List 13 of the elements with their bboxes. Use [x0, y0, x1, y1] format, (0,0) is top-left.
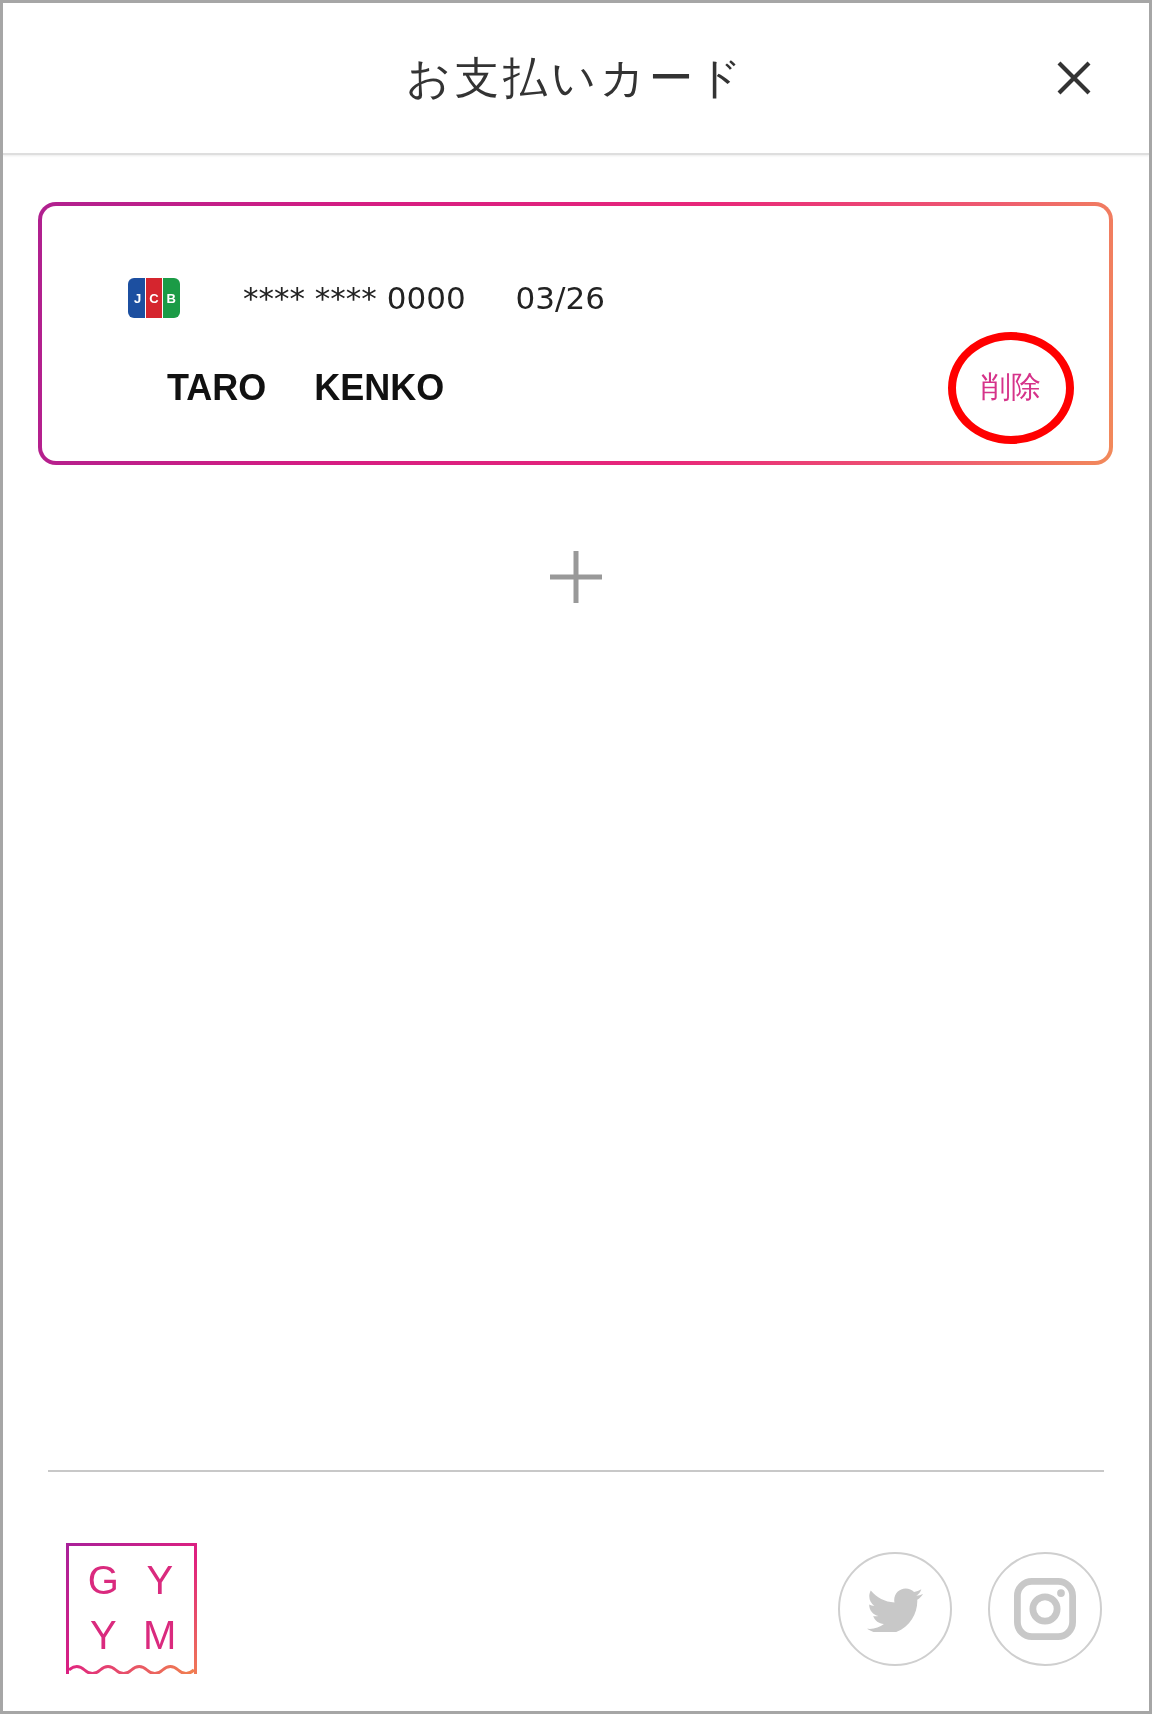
cardholder-name: KENKO: [314, 366, 445, 409]
page-title: お支払いカード: [406, 51, 746, 105]
cardholder-name: TARO: [167, 366, 267, 409]
delete-link[interactable]: 削除: [981, 365, 1041, 410]
camera-icon: [1014, 1577, 1076, 1640]
close-icon: [1056, 60, 1092, 96]
bird-icon: [867, 1585, 923, 1632]
plus-icon: [549, 551, 602, 603]
card-number: **** **** 0000: [243, 280, 466, 316]
logo: G Y Y M: [66, 1543, 197, 1674]
close-button[interactable]: [1056, 60, 1092, 96]
add-card-button[interactable]: [549, 551, 602, 603]
card-expiry: 03/26: [515, 280, 605, 316]
